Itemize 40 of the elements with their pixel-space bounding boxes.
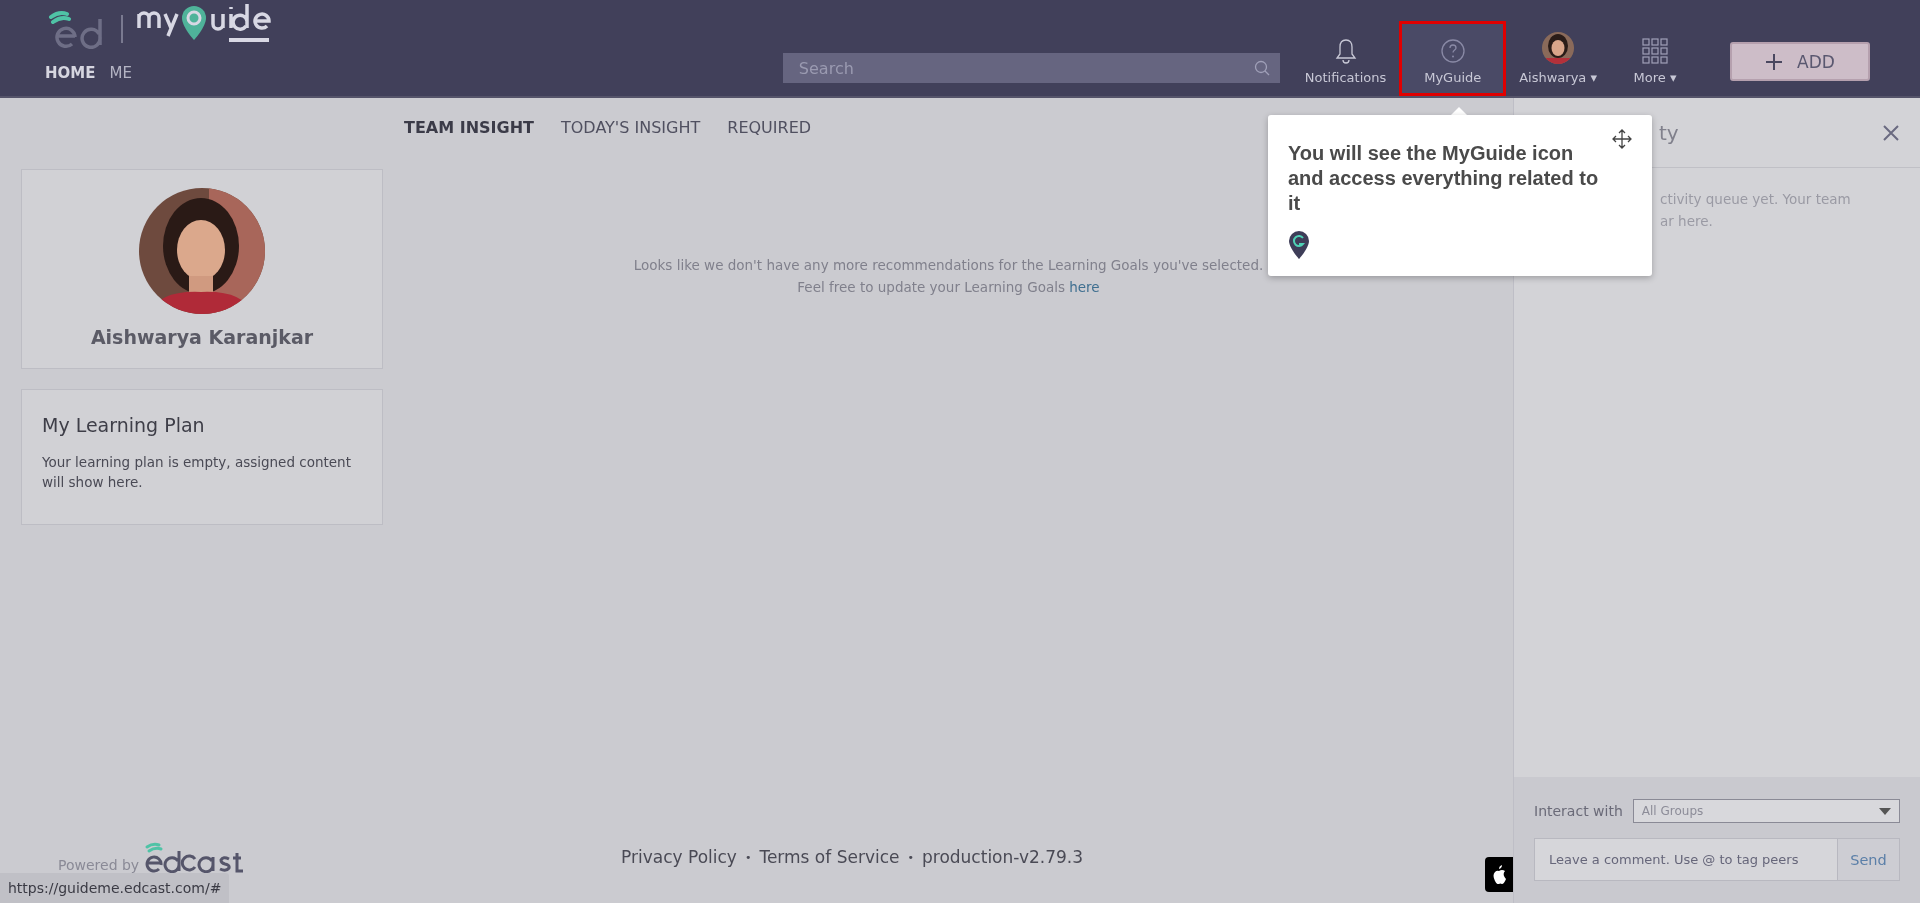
add-button[interactable]: ADD xyxy=(1730,42,1870,81)
status-url: https://guideme.edcast.com/# xyxy=(0,873,230,903)
header-nav-button[interactable]: MyGuide xyxy=(1399,21,1507,96)
grid-icon xyxy=(1642,38,1668,64)
tab[interactable]: REQUIRED xyxy=(727,118,812,158)
bell-icon xyxy=(1334,38,1357,64)
profile-name: Aishwarya Karanjkar xyxy=(90,326,314,348)
move-icon[interactable] xyxy=(1612,129,1632,149)
plus-icon xyxy=(1765,52,1784,71)
header-nav-button[interactable]: Aishwarya ▾ xyxy=(1506,21,1610,96)
empty-message: Feel free to update your Learning Goals xyxy=(797,279,1066,295)
empty-message: Looks like we don't have any more recommendations for the Learning Goals you've selected. xyxy=(632,256,1265,275)
myguide-pin-icon xyxy=(1288,230,1310,260)
powered-by-text: Powered by xyxy=(58,857,140,873)
learning-plan-title: My Learning Plan xyxy=(42,414,206,436)
search-icon xyxy=(1253,60,1270,76)
nav-link[interactable]: ME xyxy=(109,64,132,82)
close-icon[interactable] xyxy=(1882,123,1900,142)
panel-text: ctivity queue yet. Your team xyxy=(1660,190,1852,209)
interact-label: Interact with xyxy=(1534,803,1623,819)
footer-link[interactable]: production-v2.79.3 xyxy=(922,847,1084,867)
here-link[interactable]: here xyxy=(1069,279,1100,295)
footer-link[interactable]: Terms of Service xyxy=(759,847,900,867)
panel-text: ar here. xyxy=(1660,212,1714,231)
separator-dot: • xyxy=(744,850,752,864)
help-icon xyxy=(1439,38,1466,64)
panel-title: ty xyxy=(1659,120,1680,145)
tab[interactable]: TEAM INSIGHT xyxy=(404,118,534,158)
logo-divider-icon xyxy=(121,15,123,43)
tooltip-text: You will see the MyGuide icon and access everything related to it xyxy=(1288,141,1600,216)
header-nav-button[interactable]: More ▾ xyxy=(1610,21,1700,96)
dropdown-caret-icon xyxy=(1879,807,1891,815)
nav-link[interactable]: HOME xyxy=(45,64,96,82)
header-nav-button[interactable]: Notifications xyxy=(1291,21,1400,96)
footer-link[interactable]: Privacy Policy xyxy=(621,847,737,867)
learning-plan-text: Your learning plan is empty, assigned content will show here. xyxy=(42,453,352,492)
apple-button[interactable] xyxy=(1485,857,1513,892)
tab[interactable]: TODAY'S INSIGHT xyxy=(561,118,701,158)
separator-dot: • xyxy=(907,850,914,864)
apple-icon xyxy=(1491,865,1507,884)
